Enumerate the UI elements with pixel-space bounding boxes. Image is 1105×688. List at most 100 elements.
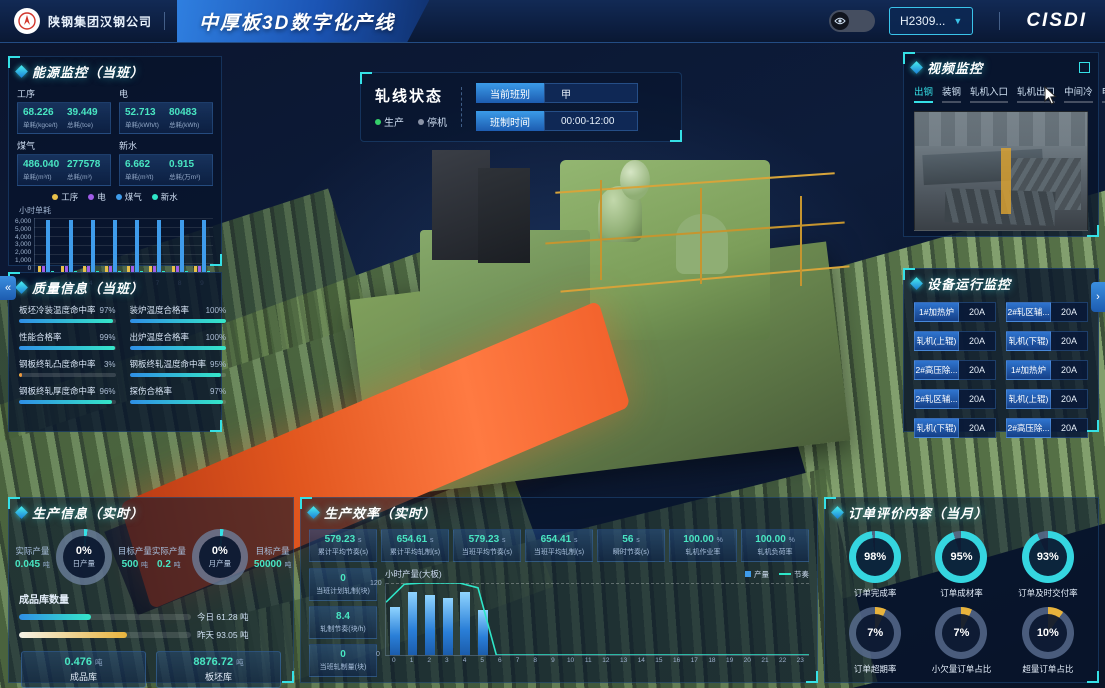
energy-medium-label: 新水 (119, 139, 213, 152)
bar-group (58, 218, 80, 272)
device-chip: 轧机(下辊)20A (914, 418, 996, 438)
quality-item: 板坯冷装温度命中率97% (19, 304, 116, 323)
y-tick: 5,000 (15, 226, 31, 233)
stat-label: 当班轧制量(块) (312, 662, 374, 672)
video-detail (944, 188, 1055, 226)
stat-value: 0 (312, 573, 374, 584)
status-legend-item: 停机 (418, 114, 447, 129)
x-tick: 4 (456, 657, 474, 664)
stat-label: 累计平均节奏(s) (312, 547, 374, 557)
energy-value: 486.040 (23, 159, 61, 170)
video-tab-出钢[interactable]: 出钢 (914, 84, 933, 103)
legend-item: 煤气 (116, 191, 142, 203)
target-output-label: 目标产量 (256, 545, 290, 557)
scaffold-post (600, 180, 602, 280)
ring-gauge: 7% (849, 607, 901, 659)
bar-group (124, 218, 146, 272)
x-tick: 18 (703, 657, 721, 664)
unit: s (430, 537, 434, 544)
ring-gauge: 93% (1022, 531, 1074, 583)
scaffold-post (700, 188, 702, 284)
quality-label: 性能合格率 (19, 331, 62, 343)
stat-label: 轧机作业率 (672, 547, 734, 557)
panel-diamond-icon (15, 281, 28, 294)
bar (113, 220, 117, 272)
visibility-toggle[interactable] (829, 10, 875, 32)
shift-field-label: 班制时间 (476, 111, 544, 131)
video-tab-轧机入口[interactable]: 轧机入口 (970, 84, 1008, 103)
video-tab-电加热[interactable]: 电加热 (1102, 84, 1105, 103)
y-tick: 1,000 (15, 257, 31, 264)
x-tick: 11 (579, 657, 597, 664)
stat-label: 瞬时节奏(s) (600, 547, 662, 557)
company-name: 陕钢集团汉钢公司 (48, 13, 152, 30)
progress-fill (19, 632, 127, 638)
progress-track (19, 346, 116, 350)
energy-chart: 6,0005,0004,0003,0002,0001,0000 (9, 216, 221, 280)
progress-fill (19, 346, 115, 350)
panel-diamond-icon (15, 65, 28, 78)
energy-value: 277578 (67, 159, 105, 170)
quality-item: 性能合格率99% (19, 331, 116, 350)
target-output-value: 50000 吨 (254, 559, 292, 570)
legend-line-icon (779, 573, 791, 575)
order-kpi-label: 小欠量订单占比 (932, 663, 992, 675)
order-kpi-label: 订单成材率 (940, 587, 983, 599)
energy-card: 工序68.22639.449单耗(kgce/t)总耗(tce) (17, 86, 111, 134)
progress-fill (130, 400, 224, 404)
energy-chart-ylabel: 小时单耗 (9, 204, 221, 216)
panel-diamond-icon (910, 61, 923, 74)
ring-gauge: 7% (935, 607, 987, 659)
progress-track (19, 319, 116, 323)
bar-group (35, 218, 57, 272)
heat-number-dropdown[interactable]: H2309... ▼ (889, 7, 973, 35)
inventory-card[interactable]: 8876.72 吨板坯库 (156, 651, 281, 688)
orders-panel: 订单评价内容（当月） 98%订单完成率95%订单成材率93%订单及时交付率7%订… (824, 497, 1099, 683)
efficiency-side-stat: 0当班轧制量(块) (309, 644, 377, 677)
quality-item: 装炉温度合格率100% (130, 304, 227, 323)
cctv-video-feed[interactable] (914, 111, 1088, 231)
right-collapse-handle[interactable]: › (1091, 282, 1105, 312)
quality-item: 探伤合格率97% (130, 385, 227, 404)
order-kpi-label: 订单完成率 (854, 587, 897, 599)
stat-value: 100.00 % (744, 534, 806, 545)
device-chip: 轧机(上辊)20A (914, 331, 996, 351)
device-current-value: 20A (1051, 418, 1088, 438)
quality-label: 钢板终轧凸度命中率 (19, 358, 96, 370)
unit: 吨 (174, 562, 181, 569)
device-current-value: 20A (1051, 302, 1088, 322)
unit: 吨 (284, 562, 291, 569)
progress-fill (130, 373, 222, 377)
expand-icon[interactable] (1079, 62, 1090, 73)
energy-card: 电52.71380483单耗(kWh/t)总耗(kWh) (119, 86, 213, 134)
video-tab-装钢[interactable]: 装钢 (942, 84, 961, 103)
order-kpi-label: 订单及时交付率 (1018, 587, 1078, 599)
unit: s (358, 537, 362, 544)
quality-value: 95% (210, 360, 226, 369)
toggle-knob (831, 12, 849, 30)
bar (202, 220, 206, 272)
quality-panel: 质量信息（当班） 板坯冷装温度命中率97%装炉温度合格率100%性能合格率99%… (8, 272, 222, 432)
y-tick: 6,000 (15, 218, 31, 225)
device-name: 轧机(下辊) (1006, 331, 1051, 351)
legend-item: 电 (88, 191, 106, 203)
divider (461, 87, 462, 127)
progress-fill (130, 319, 227, 323)
legend-dot-icon (52, 194, 58, 200)
status-dot-icon (375, 119, 381, 125)
device-current-value: 20A (1051, 360, 1088, 380)
inventory-bar-label: 今日 61.28 吨 (197, 611, 283, 623)
order-kpi: 7%订单超期率 (835, 607, 915, 675)
header-divider (999, 12, 1000, 30)
x-tick: 9 (544, 657, 562, 664)
energy-medium-label: 煤气 (17, 139, 111, 152)
energy-value-label: 单耗(m³/t) (23, 171, 61, 181)
hourly-output-legend: 产量节奏 (745, 569, 809, 580)
stat-value: 579.23 s (456, 534, 518, 545)
inventory-card[interactable]: 0.476 吨成品库 (21, 651, 146, 688)
page-title: 中厚板3D数字化产线 (199, 8, 395, 35)
left-collapse-handle[interactable]: « (0, 276, 16, 300)
progress-track (130, 373, 227, 377)
video-tab-中间冷[interactable]: 中间冷 (1064, 84, 1093, 103)
energy-value-label: 单耗(kgce/t) (23, 119, 61, 129)
